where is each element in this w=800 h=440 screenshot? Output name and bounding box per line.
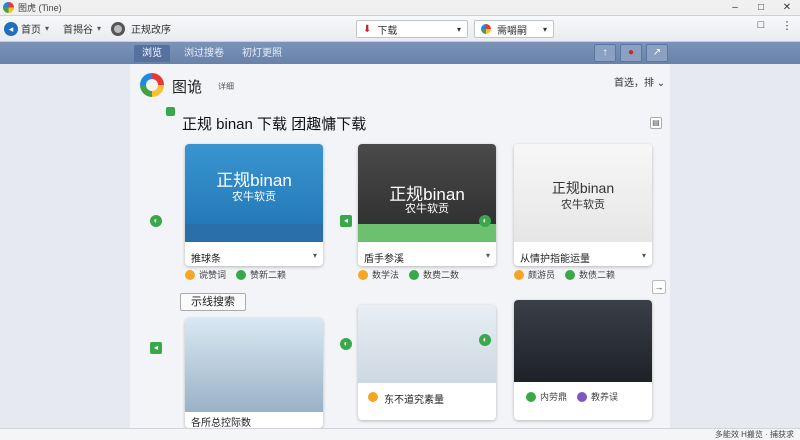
profile-label: 需嚼嗣 [497,25,527,37]
download-dropdown[interactable]: ⬇ 下载 ▾ [356,20,468,38]
meta-b: 数费二数 [423,270,460,280]
next-arrow-icon[interactable]: → [652,280,666,294]
side-control-icon[interactable]: ◐ [479,215,491,227]
chevron-down-icon[interactable]: ▾ [642,251,646,260]
thumb-subtitle: 农牛软贡 [561,199,605,211]
card-6[interactable]: 内劳鼎 教养误 [514,300,652,420]
gear-icon [111,21,126,36]
card-caption: 从情护指能运量 [520,254,590,265]
page-subtitle: 详细 [218,82,234,91]
side-control-icon[interactable]: ◐ [479,334,491,346]
prev-arrow-icon[interactable]: ◂ [340,215,352,227]
back-icon[interactable]: ◂ [4,21,18,36]
status-bar: 多能效 H搬览 · 捕获求 [0,428,800,440]
thumb-strip [358,224,496,242]
tag-button[interactable]: 示线搜索 [180,293,246,311]
card-1[interactable]: 正规binan 农牛软贡 推球条 ▾ [185,144,323,266]
card-thumbnail: 正规binan 农牛软贡 [514,144,652,242]
meta-b: 赞新二赖 [250,270,287,280]
meta-a: 谠赞词 [199,270,227,280]
card-1-meta: 谠赞词 赞新二赖 [185,268,286,281]
prev-arrow-icon[interactable]: ◂ [150,342,162,354]
chevron-down-icon: ▾ [456,24,461,34]
side-control-icon[interactable]: ◐ [150,215,162,227]
card-thumbnail [358,305,496,383]
window-title: 图虎 (Tine) [18,3,62,13]
meta-a: 颇游员 [528,270,556,280]
card-6-meta: 内劳鼎 教养误 [526,390,618,403]
home-nav[interactable]: ◂ 首页 ▾ [0,18,49,40]
meta-b: 数债二赖 [579,270,616,280]
download-label: 下载 [377,25,398,37]
nav2[interactable]: 首揭谷 ▾ [63,18,101,40]
meta-b: 教养误 [591,392,619,402]
expand-icon[interactable]: ↗ [646,44,668,62]
close-button[interactable]: ✕ [774,0,800,16]
user-icon [185,269,195,280]
card-2-meta: 数学法 数费二数 [358,268,459,281]
settings-label: 正规改序 [131,25,172,36]
side-control-icon[interactable]: ◐ [340,338,352,350]
card-caption: 盾手参溪 [364,254,404,265]
tile-icon[interactable]: □ [748,19,774,32]
chevron-down-icon: ▾ [542,24,547,34]
section-title: 正规 binan 下载 团趣慵下载 [182,116,367,133]
meta-a: 数学法 [372,270,400,280]
settings-nav[interactable]: 正规改序 [101,18,171,40]
card-3-meta: 颇游员 数债二赖 [514,268,615,281]
home-label: 首页 [21,25,41,36]
card-caption: 各所总控际数 [191,418,251,428]
toolbar: ◂ 首页 ▾ 首揭谷 ▾ 正规改序 ⬇ 下载 ▾ 需嚼嗣 ▾ □ ⋮ [0,16,800,42]
user-icon [514,269,524,280]
tag-icon [236,269,247,280]
toolbar-right: □ ⋮ [748,19,800,32]
user-icon [368,392,378,402]
card-4[interactable]: 各所总控际数 [185,318,323,428]
user-icon [526,391,536,402]
profile-dropdown[interactable]: 需嚼嗣 ▾ [474,20,554,38]
card-thumbnail [185,318,323,412]
tab-strip: 浏览 浏过搜卷 初灯更照 ↑ ● ↗ [0,42,800,64]
thumb-title: 正规binan [551,180,615,196]
status-text: 多能效 H搬览 · 捕获求 [714,430,794,439]
thumb-strip [185,224,323,242]
card-thumbnail: 正规binan 农牛软贡 [358,144,496,242]
tag-icon [409,269,420,280]
thumb-subtitle: 农牛软贡 [232,191,276,203]
notification-icon[interactable]: ● [620,44,642,62]
sort-dropdown[interactable]: 首选，排 ⌄ [614,74,665,89]
card-5[interactable]: 东不道究素量 [358,305,496,420]
header-logo-icon [140,73,164,97]
chevron-down-icon[interactable]: ▾ [486,251,490,260]
app-logo-icon [3,2,14,13]
minimize-button[interactable]: – [722,0,748,16]
more-icon[interactable]: ⋮ [774,19,800,32]
card-caption: 内劳鼎 [540,392,568,402]
card-caption: 推球条 [191,254,221,265]
chevron-down-icon[interactable]: ▾ [45,24,49,33]
download-icon: ⬇ [363,23,372,35]
maximize-button[interactable]: □ [748,0,774,16]
tag-icon [577,391,588,402]
user-icon [358,269,368,280]
nav2-label: 首揭谷 [63,25,94,36]
card-caption: 东不道究素量 [384,395,444,406]
upload-icon[interactable]: ↑ [594,44,616,62]
title-bar: 图虎 (Tine) – □ ✕ [0,0,800,16]
tag-icon [565,269,576,280]
chevron-down-icon[interactable]: ▾ [313,251,317,260]
page-title: 图诡 [172,79,203,96]
tab-updates[interactable]: 初灯更照 [234,45,290,62]
profile-icon [481,24,491,34]
collapse-button[interactable]: ▤ [650,117,662,129]
window-controls: – □ ✕ [722,0,800,16]
card-2[interactable]: 正规binan 农牛软贡 盾手参溪 ▾ [358,144,496,266]
card-thumbnail: 正规binan 农牛软贡 [185,144,323,242]
section-marker-icon [166,107,175,116]
card-3[interactable]: 正规binan 农牛软贡 从情护指能运量 ▾ [514,144,652,266]
tab-history[interactable]: 浏过搜卷 [176,45,232,62]
card-thumbnail [514,300,652,382]
thumb-subtitle: 农牛软贡 [405,203,449,215]
tab-browse[interactable]: 浏览 [134,45,170,62]
